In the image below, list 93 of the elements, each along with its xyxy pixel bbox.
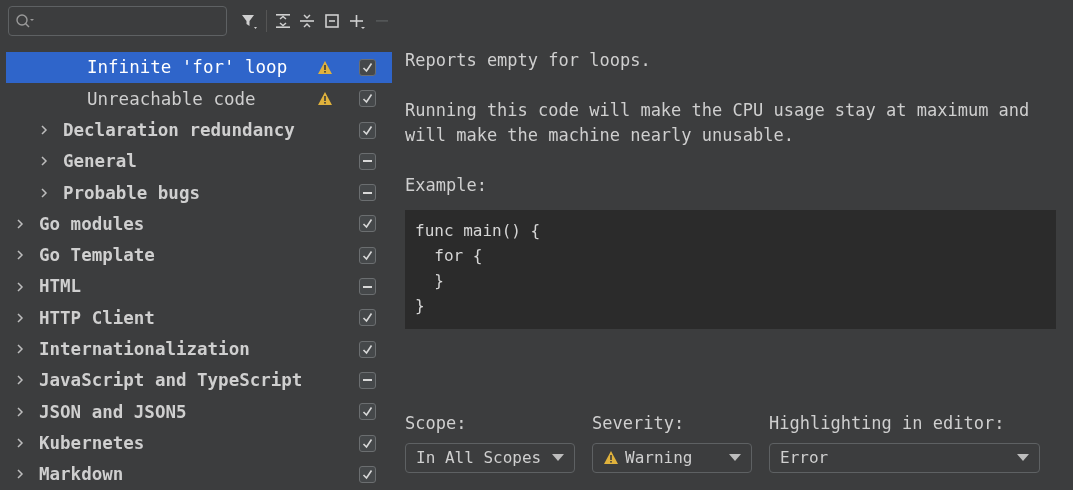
checkbox[interactable] [359, 152, 376, 170]
dropdown[interactable]: Warning [592, 442, 752, 473]
tree-label: Infinite 'for' loop [87, 56, 288, 80]
tree-label: JavaScript and TypeScript [39, 369, 303, 393]
dash-icon [363, 379, 372, 382]
tree-row[interactable]: Markdown [6, 458, 392, 490]
caret-icon [1017, 454, 1029, 461]
dash-icon [363, 191, 372, 194]
tree-row[interactable]: General [6, 145, 392, 178]
tree-label: Go modules [39, 212, 145, 236]
checkmark-icon [362, 124, 373, 136]
option-label: Severity: [592, 412, 686, 435]
search-field[interactable] [8, 6, 227, 37]
checkmark-icon [362, 437, 373, 449]
chevron-icon[interactable] [14, 280, 26, 293]
chevron-icon[interactable] [14, 374, 26, 387]
description-text: Example: [405, 174, 488, 197]
checkmark-icon [362, 406, 373, 418]
chevron-icon[interactable] [38, 186, 50, 199]
checkmark-icon [362, 249, 373, 261]
chevron-icon[interactable] [38, 124, 50, 137]
chevron-icon[interactable] [14, 437, 26, 450]
tree-row[interactable]: Unreachable code [6, 83, 392, 115]
dash-icon [363, 160, 372, 163]
checkbox[interactable] [359, 371, 376, 389]
chevron-icon[interactable] [14, 343, 26, 356]
checkbox[interactable] [359, 309, 376, 327]
tree-label: HTTP Client [39, 306, 155, 330]
checkbox[interactable] [359, 90, 376, 108]
tree-label: Markdown [39, 463, 124, 487]
search-icon [15, 13, 35, 30]
tree-row[interactable]: Infinite 'for' loop [6, 51, 392, 84]
caret-icon [729, 454, 741, 461]
checkmark-icon [362, 343, 373, 355]
tree-label: Kubernetes [39, 431, 145, 455]
checkbox[interactable] [359, 434, 376, 452]
checkbox[interactable] [359, 246, 376, 264]
tree-row[interactable]: HTTP Client [6, 302, 392, 334]
plus-icon [347, 12, 366, 31]
tree-row[interactable]: Kubernetes [6, 427, 392, 459]
description-text: Running this code will make the CPU usage stay at maximum and will make the machine nearly unusable. [405, 99, 1031, 147]
chevron-icon[interactable] [14, 311, 26, 324]
checkbox[interactable] [359, 465, 376, 483]
tree-row[interactable]: Probable bugs [6, 177, 392, 209]
warning-icon [317, 60, 333, 75]
warning-icon [603, 450, 619, 465]
chevron-icon[interactable] [14, 405, 26, 418]
checkbox[interactable] [359, 403, 376, 421]
code-line: } [433, 270, 444, 292]
checkmark-icon [362, 218, 373, 230]
tree-row[interactable]: Go modules [6, 208, 392, 240]
caret-icon [552, 454, 564, 461]
tree-label: Unreachable code [87, 87, 256, 111]
tree-label: General [63, 150, 137, 174]
tree-row[interactable]: Go Template [6, 239, 392, 271]
checkbox[interactable] [359, 215, 376, 233]
tree-label: HTML [39, 275, 82, 299]
warning-icon [317, 91, 333, 107]
tree-row[interactable]: Internationalization [6, 333, 392, 365]
tree-label: Internationalization [39, 338, 250, 362]
option-label: Scope: [405, 412, 468, 435]
checkmark-icon [362, 312, 373, 324]
checkmark-icon [362, 93, 373, 105]
code-line: func main() { [415, 220, 541, 242]
checkmark-icon [362, 62, 373, 73]
tree-label: Go Template [39, 244, 155, 268]
tree-label: Probable bugs [63, 181, 200, 205]
checkbox[interactable] [359, 121, 376, 139]
tree-label: Declaration redundancy [63, 118, 295, 142]
checkmark-icon [362, 468, 373, 480]
tree-row[interactable]: JSON and JSON5 [6, 396, 392, 428]
description-text: Reports empty for loops. [405, 49, 652, 72]
checkbox[interactable] [359, 340, 376, 358]
chevron-icon[interactable] [14, 468, 26, 481]
dash-icon [363, 285, 372, 288]
chevron-icon[interactable] [14, 217, 26, 230]
chevron-icon[interactable] [38, 155, 50, 168]
expand-icon [273, 12, 292, 31]
square-minus-icon [323, 12, 342, 31]
code-line: } [415, 295, 425, 317]
option-label: Highlighting in editor: [769, 412, 1006, 435]
tree-label: JSON and JSON5 [39, 400, 187, 424]
dropdown[interactable]: In All Scopes [405, 442, 575, 473]
tree-row[interactable]: HTML [6, 270, 392, 303]
checkbox[interactable] [359, 278, 376, 296]
dropdown[interactable]: Error [769, 442, 1040, 473]
checkbox[interactable] [359, 59, 376, 76]
chevron-icon[interactable] [14, 249, 26, 262]
tree-row[interactable]: JavaScript and TypeScript [6, 364, 392, 397]
funnel-icon [240, 12, 259, 31]
tree-row[interactable]: Declaration redundancy [6, 114, 392, 146]
code-line: for { [433, 245, 483, 267]
checkbox[interactable] [359, 184, 376, 202]
